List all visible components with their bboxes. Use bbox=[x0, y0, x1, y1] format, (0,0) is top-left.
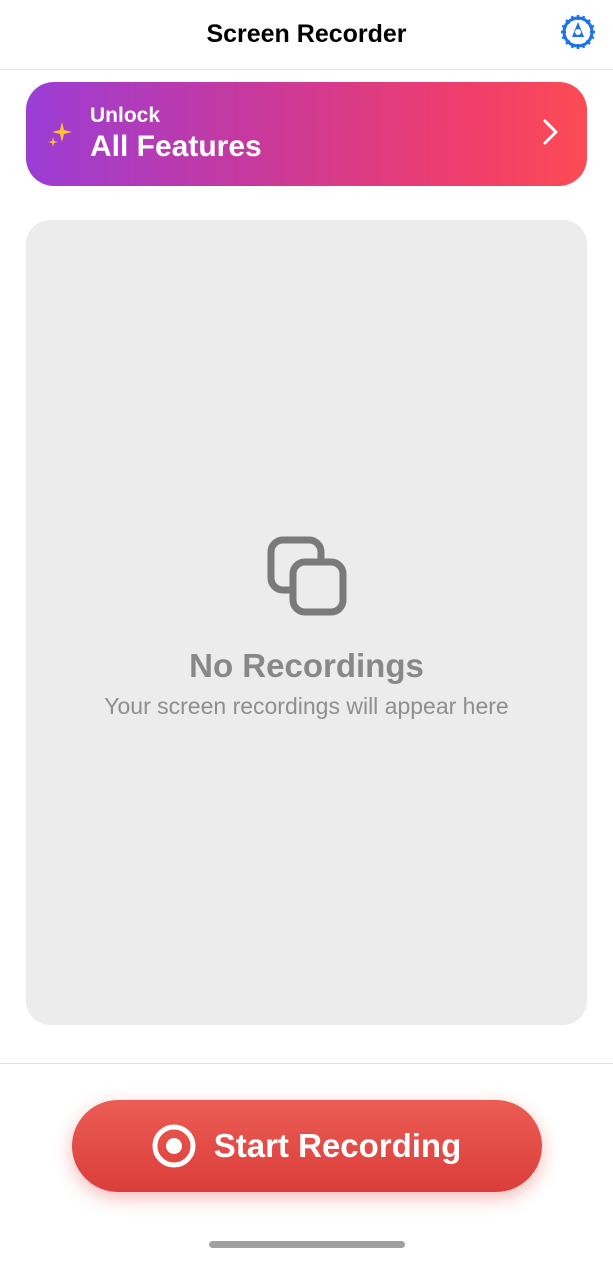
copy-icon bbox=[257, 526, 357, 631]
unlock-features-banner[interactable]: Unlock All Features bbox=[26, 82, 587, 186]
record-icon bbox=[152, 1124, 196, 1168]
sparkle-icon bbox=[46, 120, 74, 148]
unlock-text: Unlock All Features bbox=[90, 104, 543, 164]
unlock-title: All Features bbox=[90, 130, 543, 164]
home-indicator[interactable] bbox=[209, 1241, 405, 1248]
start-recording-label: Start Recording bbox=[214, 1127, 462, 1165]
start-recording-button[interactable]: Start Recording bbox=[72, 1100, 542, 1192]
gear-icon bbox=[559, 13, 597, 56]
header: Screen Recorder bbox=[0, 0, 613, 70]
chevron-right-icon bbox=[543, 119, 559, 150]
divider bbox=[0, 1063, 613, 1064]
empty-state-title: No Recordings bbox=[189, 647, 424, 685]
empty-state-panel: No Recordings Your screen recordings wil… bbox=[26, 220, 587, 1025]
empty-state-subtitle: Your screen recordings will appear here bbox=[104, 693, 508, 720]
settings-button[interactable] bbox=[558, 15, 598, 55]
page-title: Screen Recorder bbox=[206, 20, 406, 49]
unlock-label: Unlock bbox=[90, 104, 543, 128]
